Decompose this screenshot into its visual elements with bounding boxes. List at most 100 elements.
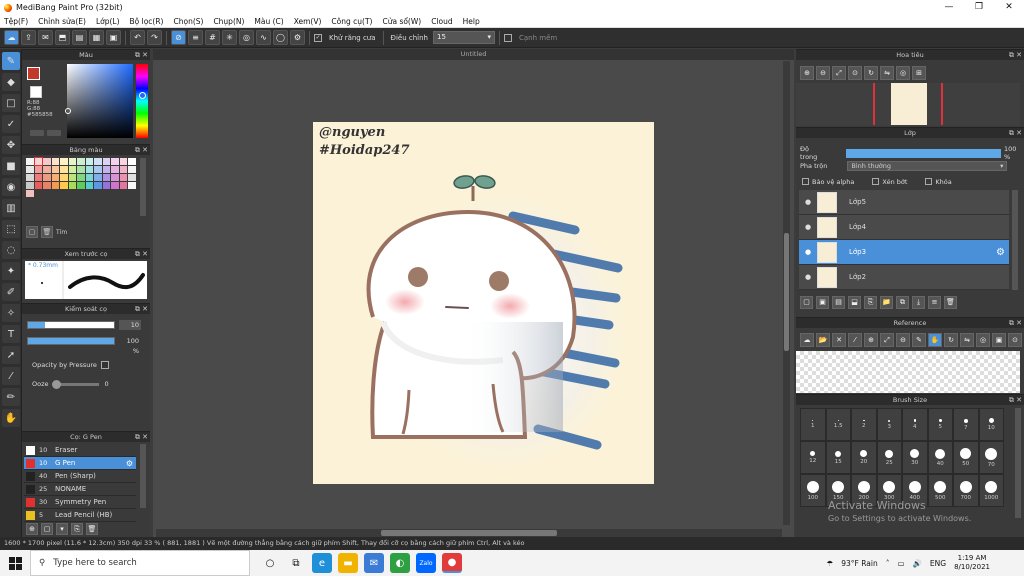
grid-icon[interactable]: ▦ [89,30,104,45]
brush-item[interactable]: 10 Eraser [24,444,136,457]
brush-size-option[interactable]: 1000 [978,474,1004,507]
palette-swatch[interactable] [68,166,76,173]
antialias-checkbox[interactable]: ✓ [314,33,322,42]
layer-settings-gear-icon[interactable]: ⚙ [996,247,1005,258]
ref-zoom-in-icon[interactable]: ⊕ [864,333,878,347]
artboard[interactable]: @nguyen #Hoidap247 [313,122,654,484]
undo-icon[interactable]: ↶ [130,30,145,45]
palette-swatch[interactable] [34,174,42,181]
add-brush-icon[interactable]: ⊕ [26,523,38,535]
brush-item[interactable]: 40 Pen (Sharp) [24,470,136,483]
select-rect-icon[interactable]: ⬚ [2,220,20,238]
coc-coc-icon[interactable]: ◐ [390,553,410,573]
minimize-button[interactable]: — [934,0,964,15]
close-button[interactable]: ✕ [994,0,1024,15]
reset-icon[interactable]: ◎ [896,66,910,80]
palette-swatch[interactable] [102,182,110,189]
dot-tool-icon[interactable]: □ [2,94,20,112]
select-eraser-icon[interactable]: ✧ [2,304,20,322]
palette-swatch[interactable] [128,166,136,173]
magic-wand-icon[interactable]: ✦ [2,262,20,280]
palette-swatch[interactable] [43,174,51,181]
palette-swatch[interactable] [85,166,93,173]
navigator-preview[interactable] [796,83,1020,126]
flip-icon[interactable]: ⇋ [880,66,894,80]
menu-snap[interactable]: Chụp(N) [213,17,244,26]
delete-layer-icon[interactable]: 🗑 [944,296,957,309]
canvas-tab-title[interactable]: Untitled [153,49,794,60]
lasso-icon[interactable]: ◌ [2,241,20,259]
palette-swatch[interactable] [26,166,34,173]
horizontal-scroll-thumb[interactable] [381,530,557,536]
file-explorer-icon[interactable]: ▬ [338,553,358,573]
new-halftone-layer-icon[interactable]: ▣ [816,296,829,309]
eyedropper-icon[interactable]: ⁄ [2,367,20,385]
move-tool-icon[interactable]: ✥ [2,136,20,154]
brush-scrollbar[interactable] [140,444,146,508]
ref-settings-icon[interactable]: ⊙ [1008,333,1022,347]
zalo-icon[interactable]: Zalo [416,553,436,573]
fill-shape-icon[interactable]: ■ [2,157,20,175]
brush-item[interactable]: 5 Lead Pencil (HB) [24,509,136,522]
ref-fit-icon[interactable]: ⤢ [880,333,894,347]
weather-text[interactable]: 93°F Rain [841,559,877,568]
brush-size-option[interactable]: 2 [851,408,877,441]
palette-swatch[interactable] [94,182,102,189]
panel-close-icon[interactable]: ⧉ ✕ [135,50,148,60]
start-button[interactable] [0,550,30,576]
opacity-pressure-checkbox[interactable] [100,361,109,369]
layer-item[interactable]: ● Lớp5 [799,190,1009,215]
ref-reset-icon[interactable]: ◎ [976,333,990,347]
palette-swatch[interactable] [68,182,76,189]
color-mode-tab[interactable] [30,130,44,136]
ooze-knob[interactable] [51,379,61,389]
ref-close-icon[interactable]: ✕ [832,333,846,347]
cloud-icon[interactable]: ☁ [4,30,19,45]
canvas-horizontal-scrollbar[interactable] [156,529,782,537]
palette-swatch[interactable] [77,174,85,181]
protect-alpha-option[interactable]: Bảo vệ alpha [802,178,854,186]
brush-settings-icon[interactable]: ⚙ [126,459,133,468]
brush-copy-icon[interactable]: ⎘ [71,523,83,535]
palette-swatch[interactable] [51,182,59,189]
palette-swatch[interactable] [33,157,43,166]
menu-cloud[interactable]: Cloud [431,17,452,26]
palette-swatch[interactable] [119,174,127,181]
menu-window[interactable]: Cửa sổ(W) [382,17,421,26]
palette-swatch[interactable] [34,182,42,189]
delete-palette-icon[interactable]: 🗑 [41,226,53,238]
palette-swatch[interactable] [85,158,93,165]
ref-eyedropper-icon[interactable]: ⁄ [848,333,862,347]
snap-settings-icon[interactable]: ⚙ [290,30,305,45]
layer-visibility-icon[interactable]: ● [799,223,817,231]
snap-grid-icon[interactable]: # [205,30,220,45]
hue-slider[interactable] [136,64,148,138]
ref-hand-icon[interactable]: ✋ [928,333,942,347]
palette-swatch[interactable] [128,158,136,165]
share-icon[interactable]: ⬒ [55,30,70,45]
ref-zoom-out-icon[interactable]: ⊖ [896,333,910,347]
zoom-in-icon[interactable]: ⊕ [800,66,814,80]
palette-swatch[interactable] [85,174,93,181]
menu-select[interactable]: Chọn(S) [173,17,203,26]
brush-size-slider[interactable] [27,321,115,329]
brush-size-option[interactable]: 25 [876,441,902,474]
snap-radial-icon[interactable]: ✳ [222,30,237,45]
zoom-out-icon[interactable]: ⊖ [816,66,830,80]
ref-flip-icon[interactable]: ⇋ [960,333,974,347]
layer-scrollbar[interactable] [1012,190,1018,290]
palette-swatch[interactable] [68,174,76,181]
clipping-checkbox[interactable] [872,178,880,185]
sv-cursor[interactable] [65,108,71,114]
comment-icon[interactable]: ✉ [38,30,53,45]
new-brush-icon[interactable]: ▢ [41,523,53,535]
palette-swatch[interactable] [43,166,51,173]
lock-checkbox[interactable] [925,178,933,185]
palette-swatch[interactable] [111,166,119,173]
ref-cloud-icon[interactable]: ☁ [800,333,814,347]
panel-close-icon[interactable]: ⧉ ✕ [135,145,148,155]
bucket-icon[interactable]: ◉ [2,178,20,196]
clipping-option[interactable]: Xén bớt [872,178,907,186]
menu-file[interactable]: Tệp(F) [4,17,28,26]
palette-swatch[interactable] [119,182,127,189]
